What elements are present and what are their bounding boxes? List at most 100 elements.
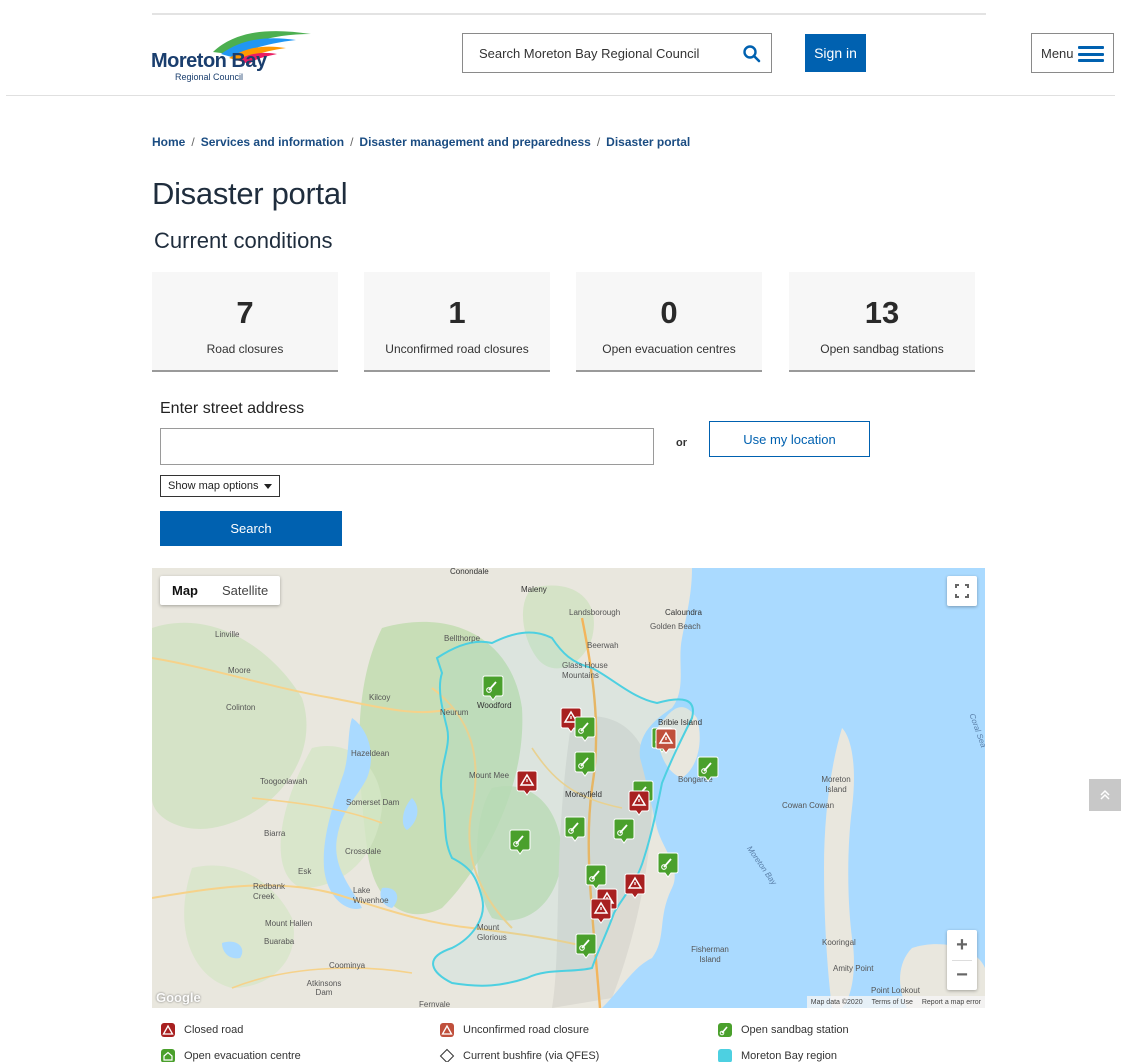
place-label: Bellthorpe [444, 634, 481, 643]
logo-wordmark: Moreton Bay [151, 50, 267, 72]
terms-of-use-link[interactable]: Terms of Use [872, 999, 913, 1006]
top-border [152, 13, 986, 15]
search-icon[interactable] [741, 43, 763, 65]
place-label: Conondale [450, 568, 489, 576]
site-search-box [462, 33, 772, 73]
place-label: Colinton [226, 703, 256, 712]
sandbag-station-marker[interactable] [585, 864, 607, 890]
legend-label: Moreton Bay region [741, 1050, 837, 1062]
breadcrumb-separator: / [350, 135, 354, 149]
place-label: Lake Wivenhoe [353, 886, 389, 905]
map-data-credit: Map data ©2020 [810, 998, 863, 1006]
place-label: Hazeldean [351, 749, 390, 758]
or-label: or [676, 437, 687, 449]
site-search-input[interactable] [464, 35, 734, 71]
evacuation-centre-icon [161, 1049, 175, 1062]
legend-bushfire: Current bushfire (via QFES) [439, 1048, 599, 1062]
map-type-map-button[interactable]: Map [160, 576, 210, 605]
place-label: Atkinsons Dam [306, 979, 342, 997]
legend-label: Open sandbag station [741, 1024, 849, 1036]
place-label: Kilcoy [369, 693, 391, 702]
place-label: Bribie Island [658, 718, 703, 727]
legend-unconfirmed-closure: Unconfirmed road closure [439, 1022, 589, 1038]
address-label: Enter street address [160, 400, 305, 417]
google-logo: Google [156, 990, 201, 1005]
place-label: Neurum [440, 708, 469, 717]
search-button[interactable]: Search [160, 511, 342, 546]
show-map-options-dropdown[interactable]: Show map options [160, 475, 280, 497]
breadcrumb-disaster-portal[interactable]: Disaster portal [606, 135, 690, 149]
stat-label: Road closures [206, 342, 284, 356]
place-label: Moreton Island [821, 775, 851, 794]
sign-in-button[interactable]: Sign in [805, 34, 866, 72]
map-legend: Closed road Unconfirmed road closure Ope… [152, 1018, 986, 1062]
place-label: Moore [228, 666, 251, 675]
map-type-satellite-button[interactable]: Satellite [210, 576, 280, 605]
place-label: Amity Point [833, 964, 874, 973]
zoom-out-button[interactable]: − [947, 960, 977, 990]
place-label: Landsborough [569, 608, 621, 617]
place-label: Crossdale [345, 847, 382, 856]
stat-value: 13 [864, 295, 900, 330]
breadcrumb-services[interactable]: Services and information [201, 135, 344, 149]
street-address-input[interactable] [160, 428, 654, 465]
map-options-label: Show map options [168, 480, 259, 492]
breadcrumb-separator: / [596, 135, 601, 149]
breadcrumb-home[interactable]: Home [152, 135, 185, 149]
stat-evacuation-centres[interactable]: 0 Open evacuation centres [576, 272, 762, 372]
place-label: Buaraba [264, 937, 295, 946]
unconfirmed-closure-marker[interactable] [655, 728, 677, 754]
fullscreen-icon[interactable] [947, 576, 977, 606]
place-label: Fernvale [419, 1000, 451, 1008]
closed-road-marker[interactable] [590, 898, 612, 924]
sandbag-station-icon [718, 1023, 732, 1037]
region-swatch-icon [718, 1049, 732, 1062]
closed-road-icon [161, 1023, 175, 1037]
stat-label: Open sandbag stations [820, 342, 944, 356]
council-logo[interactable]: Moreton Bay Regional Council [151, 26, 316, 86]
stat-unconfirmed-closures[interactable]: 1 Unconfirmed road closures [364, 272, 550, 372]
map-type-control: Map Satellite [160, 576, 281, 605]
place-label: Point Lookout [871, 986, 920, 995]
zoom-control: + − [947, 930, 977, 990]
closed-road-marker[interactable] [516, 770, 538, 796]
place-label: Kooringal [822, 938, 856, 947]
sandbag-station-marker[interactable] [697, 756, 719, 782]
sandbag-station-marker[interactable] [574, 751, 596, 777]
closed-road-marker[interactable] [624, 873, 646, 899]
place-label: Mount Hallen [265, 919, 313, 928]
stat-value: 0 [660, 295, 678, 330]
legend-evacuation-centre: Open evacuation centre [160, 1048, 301, 1062]
place-label: Maleny [521, 585, 547, 594]
stat-sandbag-stations[interactable]: 13 Open sandbag stations [789, 272, 975, 372]
stat-label: Unconfirmed road closures [385, 342, 529, 356]
disaster-map[interactable]: Conondale Maleny Landsborough Caloundra … [152, 568, 985, 1008]
back-to-top-button[interactable] [1089, 779, 1121, 811]
place-label: Esk [298, 867, 312, 876]
legend-label: Closed road [184, 1024, 244, 1036]
stat-value: 1 [448, 295, 466, 330]
stat-road-closures[interactable]: 7 Road closures [152, 272, 338, 372]
sandbag-station-marker[interactable] [509, 829, 531, 855]
use-my-location-button[interactable]: Use my location [709, 421, 870, 457]
menu-button[interactable]: Menu [1031, 33, 1114, 73]
place-label: Cowan Cowan [782, 801, 835, 810]
sandbag-station-marker[interactable] [613, 818, 635, 844]
sandbag-station-marker[interactable] [482, 675, 504, 701]
zoom-divider [952, 960, 972, 961]
report-map-error-link[interactable]: Report a map error [922, 999, 981, 1006]
stat-value: 7 [236, 295, 254, 330]
sandbag-station-marker[interactable] [574, 716, 596, 742]
breadcrumb-disaster-management[interactable]: Disaster management and preparedness [359, 135, 590, 149]
page-title: Disaster portal [152, 176, 348, 211]
sandbag-station-marker[interactable] [564, 816, 586, 842]
sandbag-station-marker[interactable] [575, 933, 597, 959]
logo-subtitle: Regional Council [175, 72, 244, 82]
zoom-in-button[interactable]: + [947, 930, 977, 960]
closed-road-marker[interactable] [628, 790, 650, 816]
place-label: Beerwah [587, 641, 619, 650]
legend-label: Current bushfire (via QFES) [463, 1050, 600, 1062]
legend-label: Unconfirmed road closure [463, 1024, 589, 1036]
sandbag-station-marker[interactable] [657, 852, 679, 878]
place-label: Woodford [477, 701, 512, 710]
